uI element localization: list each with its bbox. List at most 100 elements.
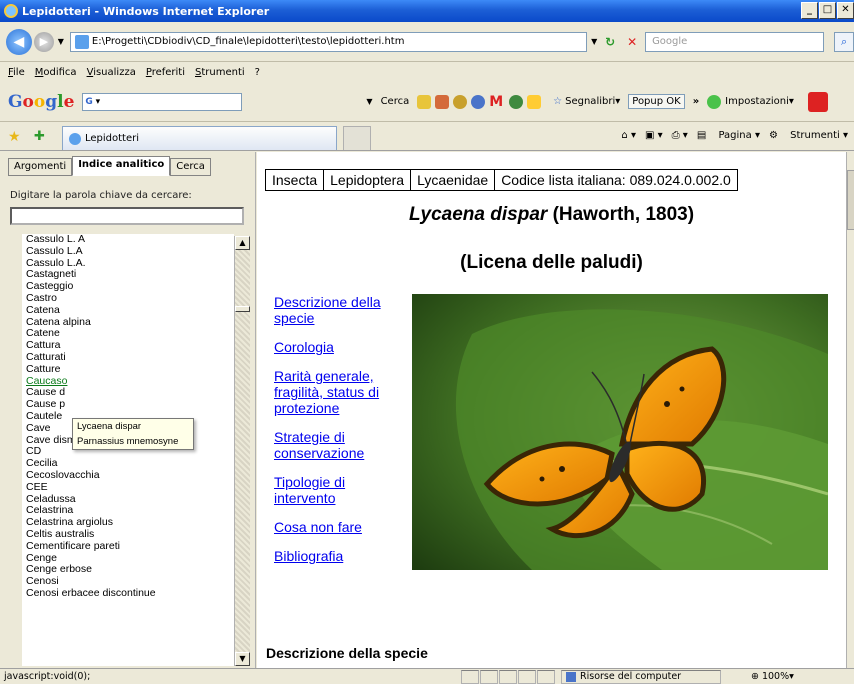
- strumenti-label: Strumenti: [790, 130, 840, 141]
- link-descrizione[interactable]: Descrizione della specie: [274, 294, 402, 326]
- google-dropdown-icon[interactable]: ▼: [366, 97, 372, 106]
- tab-indice-analitico[interactable]: Indice analitico: [72, 156, 171, 176]
- content-scroll-thumb[interactable]: [847, 170, 854, 230]
- zone-label: Risorse del computer: [580, 670, 682, 682]
- google-logo: Google: [8, 91, 75, 112]
- topic-popup: Lycaena dispar Parnassius mnemosyne: [72, 418, 194, 450]
- impostazioni-button[interactable]: Impostazioni ▾: [707, 94, 794, 109]
- menu-preferiti[interactable]: Preferiti: [146, 67, 185, 78]
- pagina-menu[interactable]: ▤ Pagina ▾: [697, 130, 760, 141]
- page-icon: [74, 34, 89, 49]
- index-item[interactable]: Celtis australis: [26, 528, 234, 541]
- cerca-button[interactable]: Cerca: [381, 96, 410, 107]
- tab-lepidotteri[interactable]: Lepidotteri: [62, 126, 337, 150]
- favorites-star-icon[interactable]: ★: [8, 129, 21, 145]
- back-button[interactable]: ◀: [6, 28, 32, 55]
- maximize-button[interactable]: □: [819, 2, 836, 19]
- address-toolbar: ◀ ▶ ▼ E:\Progetti\CDbiodiv\CD_finale\lep…: [0, 22, 854, 62]
- address-dropdown-icon[interactable]: ▼: [591, 37, 597, 46]
- species-title: Lycaena dispar (Haworth, 1803): [257, 204, 846, 226]
- link-bibliografia[interactable]: Bibliografia: [274, 548, 402, 564]
- index-item[interactable]: Catture: [26, 363, 234, 376]
- google-toolbar: Google G ▾ ▼ Cerca M ☆ Segnalibri ▾ Popup …: [0, 82, 854, 122]
- popup-button[interactable]: Popup OK: [628, 94, 685, 109]
- more-chevron-icon[interactable]: »: [693, 96, 699, 107]
- gadget-icon[interactable]: [527, 94, 542, 109]
- index-scrollbar[interactable]: ▲ ▼: [234, 236, 250, 666]
- status-cell: [537, 669, 555, 684]
- menu-modifica[interactable]: Modifica: [35, 67, 77, 78]
- home-icon[interactable]: ⌂ ▾: [621, 130, 636, 141]
- index-item[interactable]: Cassulo L.A: [26, 245, 234, 258]
- check-icon[interactable]: [453, 94, 468, 109]
- content-scrollbar[interactable]: [846, 152, 854, 668]
- segnalibri-button[interactable]: ☆ Segnalibri ▾: [553, 96, 620, 107]
- address-input[interactable]: E:\Progetti\CDbiodiv\CD_finale\lepidotte…: [69, 31, 588, 52]
- index-item[interactable]: Cementificare pareti: [26, 540, 234, 553]
- menu-file[interactable]: File: [8, 67, 25, 78]
- popup-item-parnassius[interactable]: Parnassius mnemosyne: [73, 434, 193, 449]
- tab-argomenti[interactable]: Argomenti: [8, 158, 73, 176]
- star-icon: ☆: [553, 96, 563, 107]
- security-zone[interactable]: Risorse del computer: [561, 669, 721, 684]
- status-cell: [461, 669, 479, 684]
- command-bar: ⌂ ▾ ▣ ▾ ⎙ ▾ ▤ Pagina ▾ ⚙ Strumenti ▾: [612, 130, 848, 141]
- zoom-control[interactable]: ⊕ 100% ▾: [751, 671, 794, 682]
- pagerank-icon[interactable]: [435, 94, 450, 109]
- species-name: Lycaena dispar: [408, 204, 548, 225]
- menu-strumenti[interactable]: Strumenti: [195, 67, 245, 78]
- scroll-down-icon[interactable]: ▼: [235, 652, 250, 666]
- scroll-up-icon[interactable]: ▲: [235, 236, 250, 250]
- class-insecta: Insecta: [266, 170, 325, 190]
- feeds-icon[interactable]: ▣ ▾: [645, 130, 663, 141]
- link-tipologie[interactable]: Tipologie di intervento: [274, 474, 402, 506]
- history-dropdown-icon[interactable]: ▼: [58, 37, 64, 46]
- link-cosa-non-fare[interactable]: Cosa non fare: [274, 519, 402, 535]
- new-tab-button[interactable]: [343, 126, 371, 150]
- scroll-thumb[interactable]: [235, 306, 250, 312]
- tab-cerca[interactable]: Cerca: [170, 158, 211, 176]
- title-bar: Lepidotteri - Windows Internet Explorer …: [0, 0, 854, 22]
- stop-icon[interactable]: ✕: [623, 33, 641, 51]
- link-corologia[interactable]: Corologia: [274, 339, 402, 355]
- add-favorites-icon[interactable]: ✚: [34, 129, 45, 144]
- menu-bar: File Modifica Visualizza Preferiti Strum…: [0, 63, 854, 81]
- minimize-button[interactable]: _: [801, 2, 818, 19]
- strumenti-menu[interactable]: ⚙ Strumenti ▾: [769, 130, 848, 141]
- share-icon[interactable]: [509, 94, 524, 109]
- gmail-icon[interactable]: M: [489, 94, 503, 110]
- zoom-label: 100%: [761, 671, 790, 682]
- close-button[interactable]: ✕: [837, 2, 854, 19]
- index-item[interactable]: Cenosi erbacee discontinue: [26, 587, 234, 600]
- index-item[interactable]: Casteggio: [26, 280, 234, 293]
- status-cell: [518, 669, 536, 684]
- index-item[interactable]: Castro: [26, 292, 234, 305]
- menu-help[interactable]: ?: [255, 67, 260, 78]
- content-frame: Insecta Lepidoptera Lycaenidae Codice li…: [257, 152, 846, 668]
- menu-visualizza[interactable]: Visualizza: [87, 67, 136, 78]
- popup-item-lycaena[interactable]: Lycaena dispar: [73, 419, 193, 434]
- cerca-label: Cerca: [380, 96, 410, 107]
- folder-icon[interactable]: [417, 94, 432, 109]
- toolbar-icons[interactable]: M: [417, 94, 545, 110]
- help-index-pane: Argomenti Indice analitico Cerca Digitar…: [0, 152, 256, 668]
- forward-button[interactable]: ▶: [33, 31, 54, 52]
- butterfly-photo: [412, 294, 828, 570]
- refresh-icon[interactable]: ↻: [601, 33, 619, 51]
- index-item[interactable]: CEE: [26, 481, 234, 494]
- search-icon[interactable]: ⌕: [834, 31, 854, 52]
- keyword-input[interactable]: [10, 207, 244, 225]
- zoom-icon: ⊕: [751, 671, 759, 682]
- tab-ie-icon: [69, 132, 81, 145]
- link-strategie[interactable]: Strategie di conservazione: [274, 429, 402, 461]
- google-search-input[interactable]: G ▾: [82, 92, 243, 111]
- index-item[interactable]: Catturati: [26, 351, 234, 364]
- index-item[interactable]: Catena: [26, 304, 234, 317]
- pdf-icon[interactable]: [807, 91, 832, 112]
- index-item[interactable]: Cecoslovacchia: [26, 469, 234, 482]
- google-input-prefix: G: [85, 96, 93, 107]
- print-icon[interactable]: ⎙ ▾: [672, 130, 688, 141]
- translate-icon[interactable]: [471, 94, 486, 109]
- search-input[interactable]: Google: [645, 31, 825, 52]
- link-rarita[interactable]: Rarità generale, fragilità, status di pr…: [274, 368, 402, 416]
